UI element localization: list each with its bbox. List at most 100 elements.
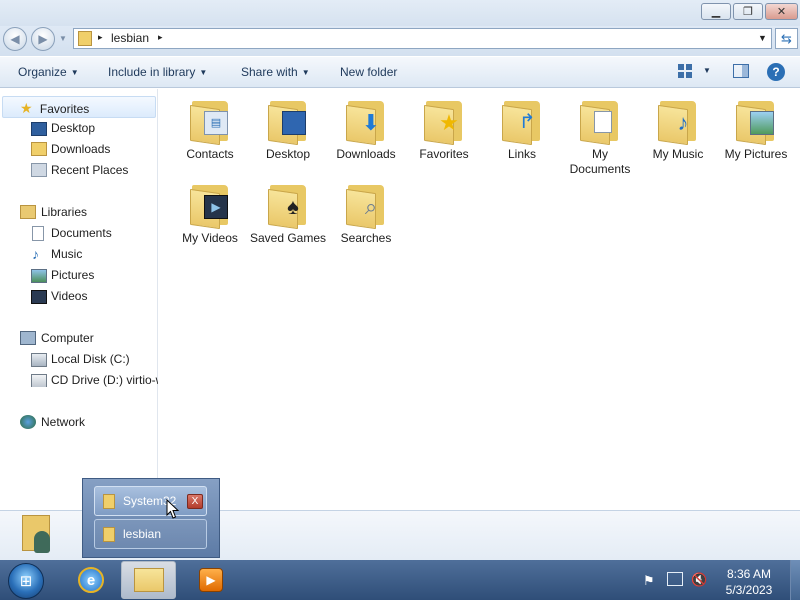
saved-games-icon: ♠ <box>287 193 299 219</box>
folder-icon <box>103 493 115 509</box>
share-with-button[interactable]: Share with ▼ <box>241 65 310 81</box>
address-bar[interactable]: ▸ lesbian ▸ ▼ <box>73 28 772 49</box>
folder-desktop[interactable]: Desktop <box>249 97 327 162</box>
breadcrumb-separator-icon[interactable]: ▸ <box>98 32 103 43</box>
start-button[interactable]: ⊞ <box>8 563 44 599</box>
videos-icon <box>31 290 47 304</box>
organize-button[interactable]: Organize ▼ <box>18 65 79 81</box>
music-icon: ♪ <box>677 109 689 135</box>
libraries-icon <box>20 205 36 219</box>
contacts-icon: ▤ <box>204 111 228 135</box>
address-dropdown-icon[interactable]: ▼ <box>758 33 767 43</box>
breadcrumb-item[interactable]: lesbian <box>111 31 149 45</box>
nav-item-music[interactable]: ♪ Music <box>31 246 82 262</box>
folder-saved-games[interactable]: ♠ Saved Games <box>249 181 327 246</box>
show-desktop-button[interactable] <box>790 560 800 600</box>
documents-icon <box>594 111 612 133</box>
volume-muted-icon[interactable]: 🔇 <box>691 572 707 588</box>
nav-favorites[interactable]: ★ Favorites <box>20 100 89 117</box>
nav-item-pictures[interactable]: Pictures <box>31 268 94 283</box>
downloads-icon: ⬇ <box>361 109 381 135</box>
links-icon: ↱ <box>518 110 536 133</box>
windows-logo-icon: ⊞ <box>19 573 33 590</box>
windows-explorer-icon <box>134 568 164 592</box>
close-button[interactable]: ✕ <box>765 3 798 20</box>
change-view-icon[interactable] <box>678 64 692 78</box>
refresh-button[interactable]: ⇆ <box>775 28 798 49</box>
nav-item-local-disk[interactable]: Local Disk (C:) <box>31 352 130 367</box>
folder-my-documents[interactable]: My Documents <box>561 97 639 177</box>
nav-computer[interactable]: Computer <box>20 331 94 345</box>
chevron-down-icon: ▼ <box>70 68 79 77</box>
preview-pane-icon[interactable] <box>733 64 749 78</box>
network-tray-icon[interactable] <box>667 572 683 586</box>
computer-icon <box>20 331 36 345</box>
restore-icon: ❐ <box>743 6 753 18</box>
searches-icon: ⌕ <box>364 193 378 219</box>
minimize-button[interactable]: ▁ <box>701 3 731 20</box>
desktop-icon <box>282 111 306 135</box>
clock-time: 8:36 AM <box>726 567 772 581</box>
taskbar-windows-explorer[interactable] <box>121 561 176 599</box>
folder-my-music[interactable]: ♪ My Music <box>639 97 717 162</box>
folder-my-videos[interactable]: ▶ My Videos <box>171 181 249 246</box>
favorites-icon: ★ <box>439 109 459 135</box>
media-player-icon: ▶ <box>199 568 223 592</box>
documents-icon <box>32 226 44 241</box>
folder-icon <box>103 526 115 542</box>
user-folder-icon <box>20 513 56 555</box>
folder-location-icon <box>78 31 92 46</box>
breadcrumb-separator-icon[interactable]: ▸ <box>158 32 163 43</box>
chevron-down-icon: ▼ <box>301 68 310 77</box>
nav-network[interactable]: Network <box>20 415 85 429</box>
folder-searches[interactable]: ⌕ Searches <box>327 181 405 246</box>
mouse-cursor-icon <box>166 499 180 519</box>
window-list-item-lesbian[interactable]: lesbian <box>94 519 207 549</box>
view-options-chevron-icon[interactable]: ▼ <box>703 66 711 75</box>
nav-item-recent-places[interactable]: Recent Places <box>31 163 128 177</box>
nav-item-documents[interactable]: Documents <box>31 226 112 241</box>
downloads-icon <box>31 142 47 156</box>
close-icon: ✕ <box>776 6 787 18</box>
folder-downloads[interactable]: ⬇ Downloads <box>327 97 405 162</box>
forward-arrow-icon: ▶ <box>38 32 48 46</box>
new-folder-button[interactable]: New folder <box>340 65 397 81</box>
network-icon <box>20 415 36 429</box>
recent-places-icon <box>31 163 47 177</box>
nav-libraries[interactable]: Libraries <box>20 205 87 219</box>
pictures-icon <box>31 269 47 283</box>
back-arrow-icon: ◀ <box>10 32 20 46</box>
restore-button[interactable]: ❐ <box>733 3 763 20</box>
desktop-icon <box>31 122 47 136</box>
forward-button[interactable]: ▶ <box>31 27 55 51</box>
close-window-button[interactable]: X <box>187 494 203 509</box>
videos-icon: ▶ <box>204 195 228 219</box>
star-icon: ★ <box>20 100 33 116</box>
content-area: ▤ Contacts Desktop ⬇ Downloads ★ Favorit… <box>159 89 800 510</box>
back-button[interactable]: ◀ <box>3 27 27 51</box>
taskbar-internet-explorer[interactable]: e <box>66 562 116 598</box>
folder-contacts[interactable]: ▤ Contacts <box>171 97 249 162</box>
clock-date: 5/3/2023 <box>725 583 773 597</box>
title-bar <box>0 0 800 26</box>
cd-drive-icon <box>31 374 47 387</box>
pictures-icon <box>750 111 774 135</box>
taskbar-media-player[interactable]: ▶ <box>186 562 236 598</box>
folder-my-pictures[interactable]: My Pictures <box>717 97 795 162</box>
folder-favorites[interactable]: ★ Favorites <box>405 97 483 162</box>
action-center-flag-icon[interactable]: ⚑ <box>643 573 655 589</box>
nav-item-cd-drive[interactable]: CD Drive (D:) virtio-w <box>31 373 158 387</box>
chevron-down-icon: ▼ <box>199 68 208 77</box>
local-disk-icon <box>31 353 47 367</box>
nav-item-downloads[interactable]: Downloads <box>31 142 110 156</box>
internet-explorer-icon: e <box>78 567 104 593</box>
nav-item-desktop[interactable]: Desktop <box>31 121 95 136</box>
help-icon[interactable]: ? <box>767 63 785 81</box>
recent-pages-chevron-icon[interactable]: ▼ <box>59 34 67 43</box>
nav-item-videos[interactable]: Videos <box>31 289 87 304</box>
taskbar-clock[interactable]: 8:36 AM 5/3/2023 <box>716 566 782 598</box>
music-icon: ♪ <box>32 246 39 262</box>
include-in-library-button[interactable]: Include in library ▼ <box>108 65 207 81</box>
folder-links[interactable]: ↱ Links <box>483 97 561 162</box>
refresh-icon: ⇆ <box>781 30 792 46</box>
